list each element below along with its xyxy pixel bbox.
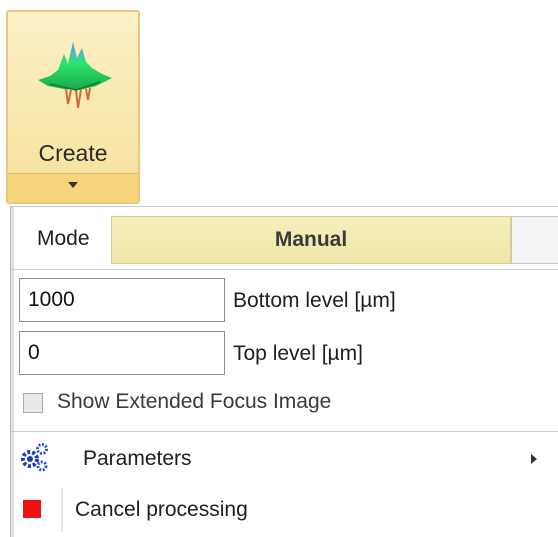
icon-column-divider (61, 488, 63, 532)
create-dropdown[interactable] (8, 173, 138, 202)
bottom-level-label: Bottom level [µm] (233, 289, 396, 312)
bottom-level-field[interactable]: 1000 (19, 278, 225, 322)
divider (11, 269, 558, 270)
create-button[interactable]: Create (6, 10, 140, 204)
chevron-right-icon (531, 454, 537, 464)
mode-other-button[interactable] (511, 216, 558, 264)
top-level-field[interactable]: 0 (19, 331, 225, 375)
create-label: Create (38, 140, 108, 166)
gears-icon (21, 443, 48, 472)
cancel-processing-label: Cancel processing (75, 498, 248, 521)
chevron-down-icon (68, 182, 78, 188)
create-options-panel: Mode Manual 1000 Bottom level [µm] 0 Top… (10, 206, 558, 537)
mode-label: Mode (37, 227, 90, 250)
divider (11, 431, 558, 432)
surface-3d-icon (38, 42, 112, 109)
top-level-label: Top level [µm] (233, 342, 363, 365)
parameters-menu-item[interactable]: Parameters (11, 436, 558, 484)
create-button-main[interactable]: Create (8, 12, 138, 176)
mode-manual-button[interactable]: Manual (111, 216, 511, 264)
stop-icon (23, 500, 41, 518)
parameters-label: Parameters (83, 447, 192, 470)
show-extended-focus-label: Show Extended Focus Image (57, 390, 332, 413)
show-extended-focus-checkbox[interactable] (23, 393, 43, 413)
